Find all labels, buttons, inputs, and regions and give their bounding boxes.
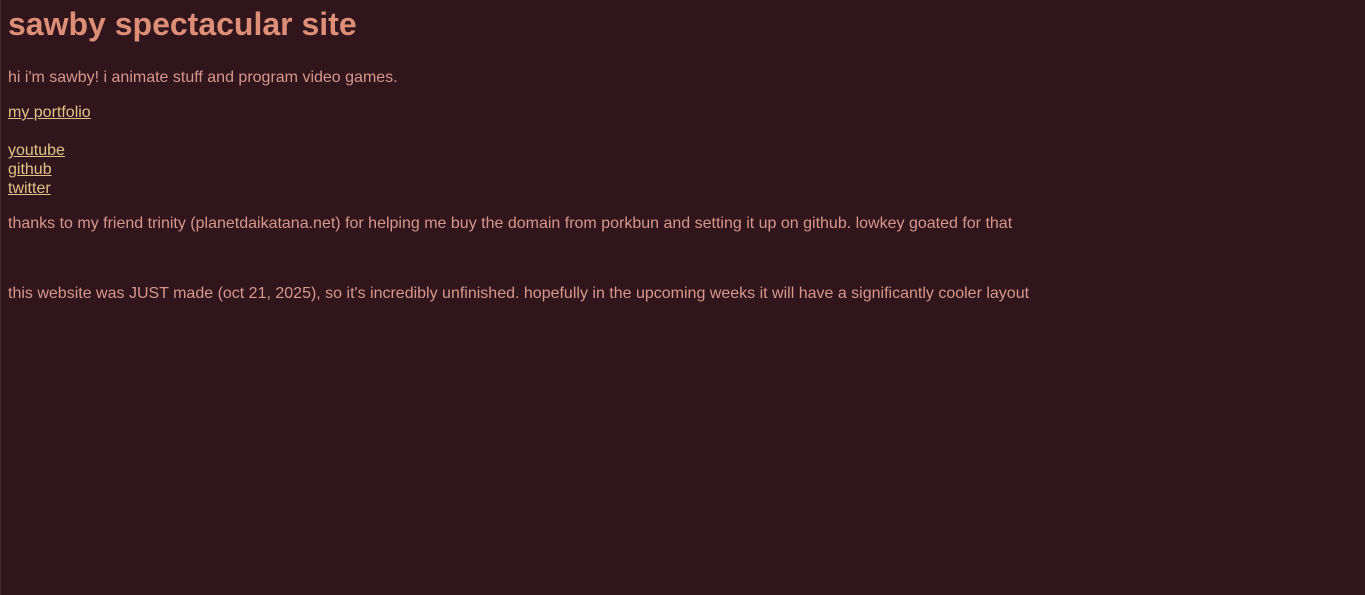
page-content: sawby spectacular site hi i'm sawby! i a… xyxy=(1,0,1365,303)
intro-text: hi i'm sawby! i animate stuff and progra… xyxy=(8,69,398,86)
twitter-link[interactable]: twitter xyxy=(8,179,51,198)
youtube-link[interactable]: youtube xyxy=(8,141,65,160)
portfolio-link[interactable]: my portfolio xyxy=(8,104,91,121)
github-link[interactable]: github xyxy=(8,160,52,179)
site-title: sawby spectacular site xyxy=(8,6,357,42)
thanks-text: thanks to my friend trinity (planetdaika… xyxy=(8,215,1013,232)
social-links-list: youtube github twitter xyxy=(8,141,1358,198)
unfinished-notice: this website was JUST made (oct 21, 2025… xyxy=(8,285,1030,302)
portfolio-paragraph: my portfolio xyxy=(8,103,1358,122)
